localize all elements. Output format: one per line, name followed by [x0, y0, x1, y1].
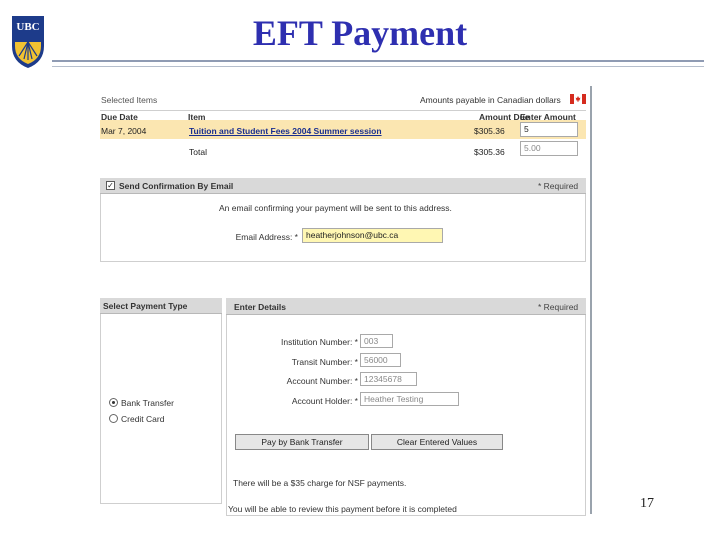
details-required-note: * Required	[538, 302, 579, 312]
details-title: Enter Details	[234, 302, 286, 312]
title-underline	[52, 60, 704, 62]
screenshot-edge	[590, 86, 592, 514]
credit-card-label: Credit Card	[121, 414, 165, 424]
canada-flag-icon	[570, 94, 586, 104]
email-field[interactable]: heatherjohnson@ubc.ca	[302, 228, 443, 243]
confirmation-title: Send Confirmation By Email	[119, 181, 234, 191]
total-amount-due: $305.36	[474, 147, 505, 157]
email-label: Email Address: *	[235, 232, 298, 242]
confirmation-description: An email confirming your payment will be…	[219, 203, 452, 213]
currency-note: Amounts payable in Canadian dollars	[420, 95, 561, 105]
account-holder-label: Account Holder: *	[291, 396, 358, 406]
selected-items-title: Selected Items	[101, 95, 158, 105]
enter-amount-input[interactable]: 5	[520, 122, 578, 137]
title-underline-secondary	[52, 66, 704, 67]
clear-entered-values-button[interactable]: Clear Entered Values	[371, 434, 503, 450]
credit-card-radio[interactable]	[109, 414, 118, 423]
pay-by-bank-transfer-button[interactable]: Pay by Bank Transfer	[235, 434, 369, 450]
row-amount-due: $305.36	[474, 126, 505, 136]
total-label: Total	[189, 147, 207, 157]
institution-number-input[interactable]: 003	[360, 334, 393, 348]
confirmation-required-note: * Required	[538, 181, 579, 191]
bank-transfer-radio[interactable]	[109, 398, 118, 407]
account-number-label: Account Number: *	[286, 376, 358, 386]
total-enter-amount: 5.00	[520, 141, 578, 156]
transit-number-label: Transit Number: *	[291, 357, 358, 367]
payment-type-title: Select Payment Type	[100, 298, 222, 314]
review-note: You will be able to review this payment …	[228, 504, 457, 514]
row-due-date: Mar 7, 2004	[101, 126, 147, 136]
bank-transfer-label: Bank Transfer	[121, 398, 174, 408]
transit-number-input[interactable]: 56000	[360, 353, 401, 367]
send-confirmation-checkbox[interactable]: ✓	[106, 181, 115, 190]
page-number: 17	[640, 496, 654, 511]
account-holder-input[interactable]: Heather Testing	[360, 392, 459, 406]
institution-number-label: Institution Number: *	[280, 337, 358, 347]
account-number-input[interactable]: 12345678	[360, 372, 417, 386]
slide-title: EFT Payment	[252, 13, 468, 53]
row-item-link[interactable]: Tuition and Student Fees 2004 Summer ses…	[189, 126, 382, 136]
nsf-note: There will be a $35 charge for NSF payme…	[233, 478, 407, 488]
items-table-header: Due Date Item Amount Due Enter Amount	[100, 110, 586, 122]
